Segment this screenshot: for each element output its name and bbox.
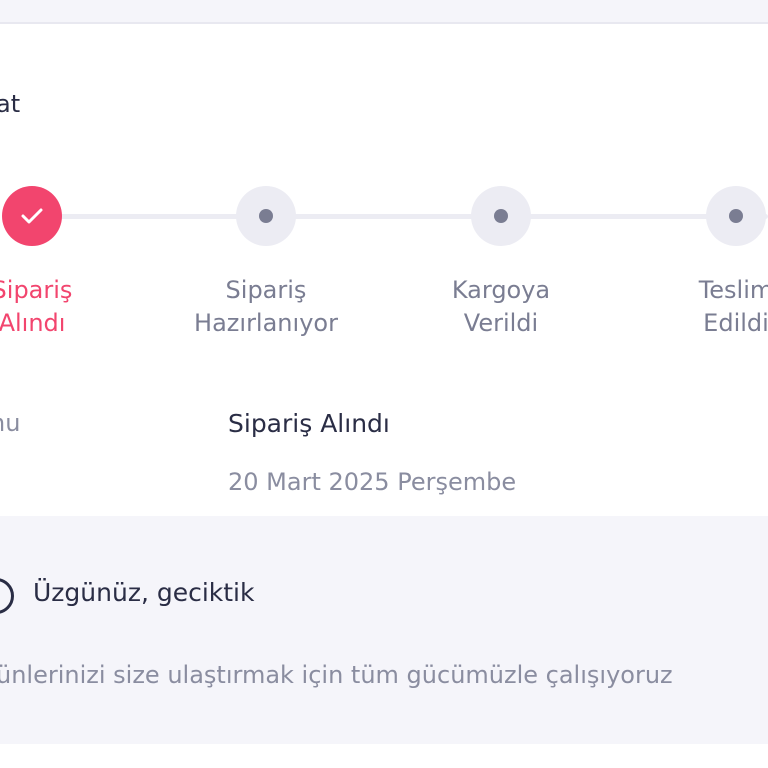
dot-icon — [729, 209, 743, 223]
top-divider — [0, 0, 768, 24]
delay-notice: Üzgünüz, geciktik ünlerinizi size ulaştı… — [0, 516, 768, 744]
order-status-value: Sipariş Alındı — [228, 409, 390, 438]
step-1-indicator — [2, 186, 62, 246]
step-2-indicator — [236, 186, 296, 246]
bottom-band — [0, 744, 768, 768]
order-status-card: at Sipariş Alındı Sipariş Hazırlanıyor K… — [0, 24, 768, 516]
notice-text: ünlerinizi size ulaştırmak için tüm gücü… — [0, 661, 673, 689]
info-circle-icon — [0, 578, 14, 614]
card-title: at — [0, 90, 21, 118]
progress-track — [32, 214, 768, 219]
notice-title: Üzgünüz, geciktik — [33, 578, 255, 607]
step-3-label: Kargoya Verildi — [451, 276, 551, 337]
step-1-label: Sipariş Alındı — [0, 276, 73, 337]
step-4-label: Teslim Edildi — [698, 276, 768, 337]
step-4-indicator — [706, 186, 766, 246]
order-status-date: 20 Mart 2025 Perşembe — [228, 468, 517, 496]
step-2-label: Sipariş Hazırlanıyor — [194, 276, 338, 337]
dot-icon — [259, 209, 273, 223]
order-status-label: nu — [0, 409, 21, 437]
check-icon — [21, 208, 43, 224]
order-tracking-page: at Sipariş Alındı Sipariş Hazırlanıyor K… — [0, 0, 768, 768]
dot-icon — [494, 209, 508, 223]
step-3-indicator — [471, 186, 531, 246]
